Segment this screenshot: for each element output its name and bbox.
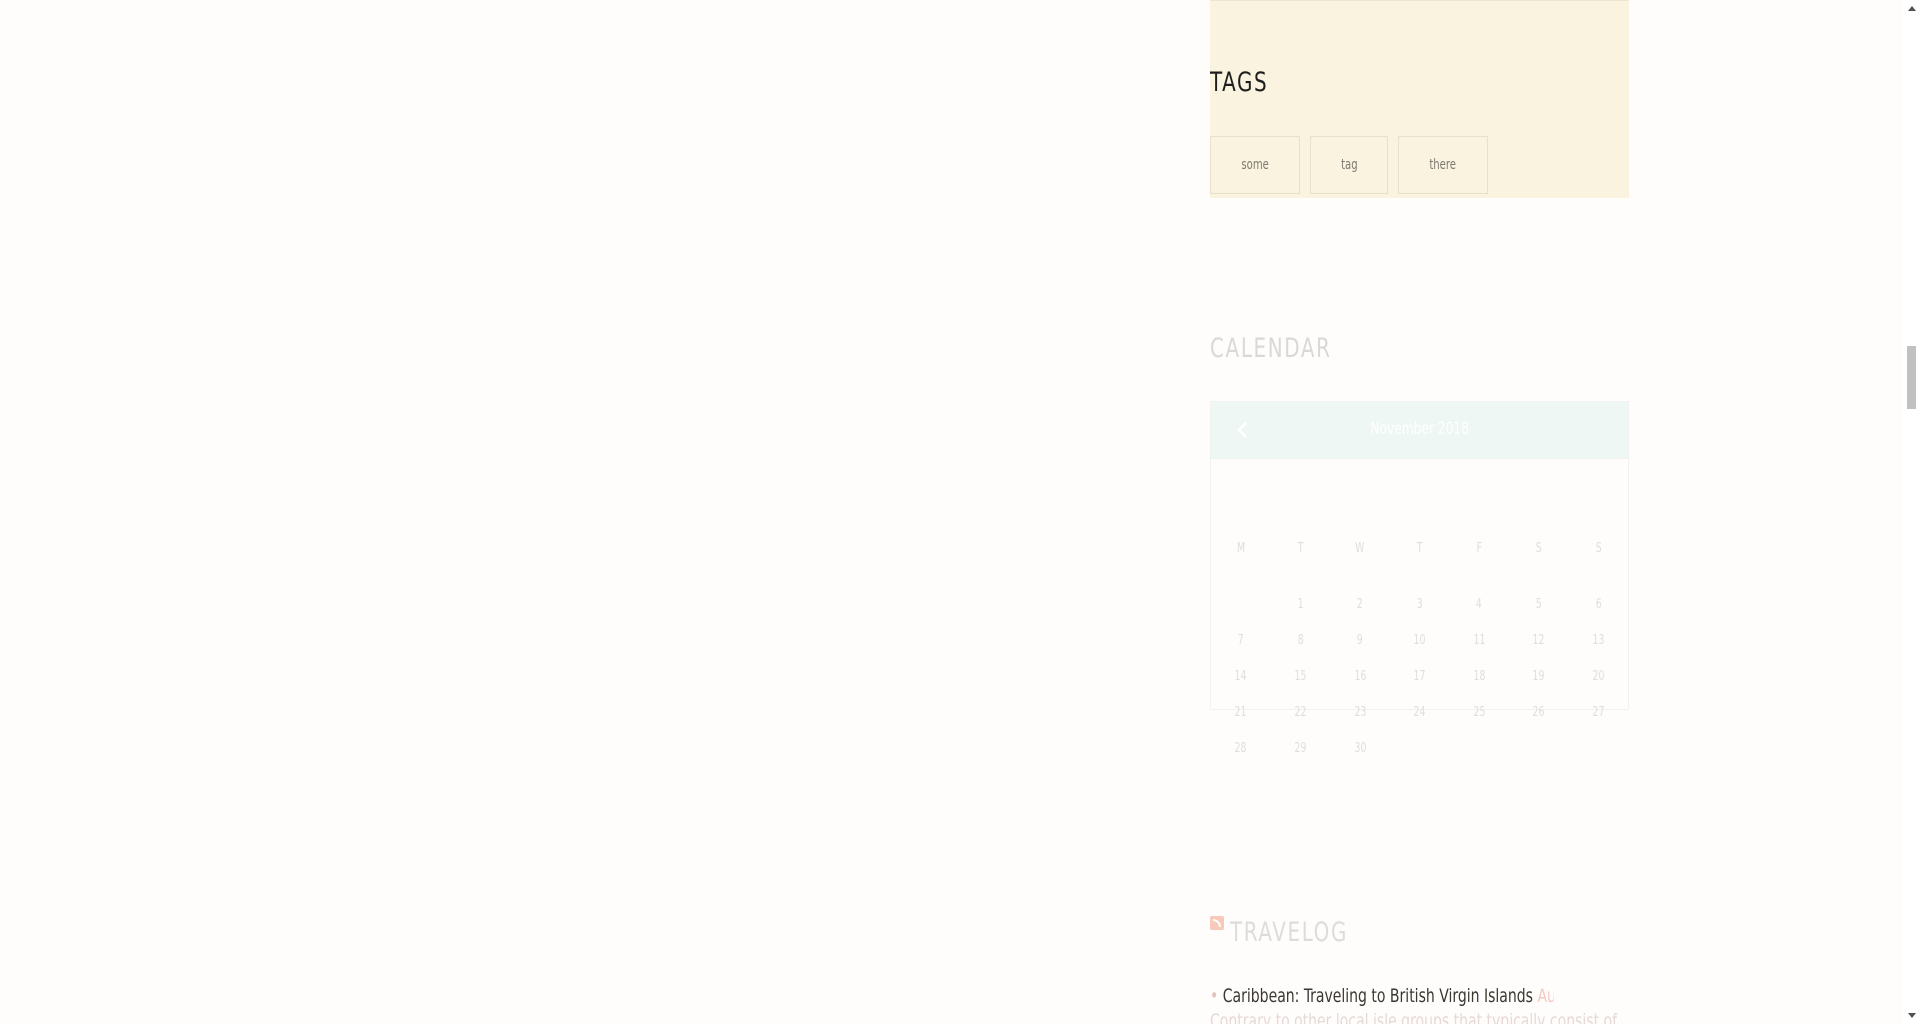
weekday-tue: T bbox=[1297, 541, 1304, 556]
page: TAGS some tag there CALENDAR November 20… bbox=[0, 0, 1903, 1024]
calendar-day: 13 bbox=[1592, 633, 1605, 648]
calendar-day: 27 bbox=[1592, 705, 1605, 720]
calendar-day: 28 bbox=[1234, 741, 1247, 756]
post-bullet: • bbox=[1210, 985, 1219, 1007]
calendar-day: 14 bbox=[1234, 669, 1247, 684]
scroll-down-button[interactable] bbox=[1903, 1007, 1920, 1024]
calendar-day: 18 bbox=[1473, 669, 1486, 684]
travelog-post: • Caribbean: Traveling to British Virgin… bbox=[1210, 985, 1554, 1007]
calendar-day bbox=[1211, 595, 1271, 615]
vertical-scrollbar[interactable] bbox=[1903, 0, 1920, 1024]
tag-tag[interactable]: tag bbox=[1310, 136, 1388, 194]
calendar-week: 14 15 16 17 18 19 20 bbox=[1211, 667, 1628, 687]
tag-some[interactable]: some bbox=[1210, 136, 1300, 194]
weekday-wed: W bbox=[1355, 541, 1365, 556]
weekday-row: M T W T F S S bbox=[1211, 539, 1628, 559]
rss-icon[interactable] bbox=[1210, 916, 1224, 930]
calendar-day: 16 bbox=[1353, 669, 1366, 684]
calendar-day: 10 bbox=[1413, 633, 1426, 648]
calendar-day bbox=[1449, 739, 1509, 759]
scroll-up-button[interactable] bbox=[1903, 0, 1920, 17]
calendar-header: November 2018 bbox=[1210, 401, 1629, 459]
weekday-thu: T bbox=[1416, 541, 1423, 556]
tags-widget: TAGS some tag there bbox=[1210, 0, 1629, 198]
weekday-mon: M bbox=[1236, 541, 1245, 556]
calendar-day: 15 bbox=[1294, 669, 1307, 684]
calendar-day bbox=[1509, 739, 1569, 759]
post-excerpt: Contrary to other local isle groups that… bbox=[1210, 1010, 1618, 1024]
post-title-link[interactable]: Caribbean: Traveling to British Virgin I… bbox=[1223, 985, 1533, 1007]
calendar-grid: M T W T F S S 1 2 3 4 5 6 7 8 9 10 11 12… bbox=[1210, 459, 1629, 756]
weekday-sat: S bbox=[1535, 541, 1542, 556]
tags-widget-title: TAGS bbox=[1210, 67, 1269, 98]
calendar-day: 2 bbox=[1356, 597, 1363, 612]
calendar-week: 28 29 30 bbox=[1211, 739, 1628, 759]
calendar-day: 11 bbox=[1473, 633, 1486, 648]
calendar-day: 12 bbox=[1532, 633, 1545, 648]
calendar-day: 4 bbox=[1476, 597, 1483, 612]
calendar-day: 26 bbox=[1532, 705, 1545, 720]
calendar-day: 19 bbox=[1532, 669, 1545, 684]
calendar-day: 30 bbox=[1353, 741, 1366, 756]
calendar-day: 7 bbox=[1237, 633, 1244, 648]
calendar-day bbox=[1390, 739, 1450, 759]
calendar-day: 5 bbox=[1535, 597, 1542, 612]
tag-label: tag bbox=[1340, 157, 1358, 173]
calendar-day: 29 bbox=[1294, 741, 1307, 756]
weekday-sun: S bbox=[1595, 541, 1602, 556]
calendar-day: 25 bbox=[1473, 705, 1486, 720]
arrow-up-icon bbox=[1907, 6, 1916, 11]
month-label-text: November 2018 bbox=[1370, 419, 1469, 439]
calendar-day: 6 bbox=[1595, 597, 1602, 612]
calendar-day: 21 bbox=[1234, 705, 1247, 720]
calendar-day bbox=[1568, 739, 1628, 759]
weekday-fri: F bbox=[1476, 541, 1482, 556]
travelog-widget-title[interactable]: TRAVELOG bbox=[1230, 917, 1348, 948]
scroll-thumb[interactable] bbox=[1907, 346, 1916, 409]
calendar-week: 1 2 3 4 5 6 bbox=[1211, 595, 1628, 615]
calendar-day: 8 bbox=[1297, 633, 1304, 648]
calendar-week: 21 22 23 24 25 26 27 bbox=[1211, 703, 1628, 723]
calendar-month-label: November 2018 bbox=[1211, 419, 1628, 439]
calendar-day: 3 bbox=[1416, 597, 1423, 612]
calendar-day: 20 bbox=[1592, 669, 1605, 684]
calendar-day: 17 bbox=[1413, 669, 1426, 684]
tag-label: there bbox=[1429, 157, 1457, 173]
post-date: August 8, 2018 bbox=[1537, 985, 1553, 1007]
calendar-widget-title: CALENDAR bbox=[1210, 333, 1332, 364]
calendar-day: 9 bbox=[1356, 633, 1363, 648]
tag-there[interactable]: there bbox=[1398, 136, 1488, 194]
calendar-week: 7 8 9 10 11 12 13 bbox=[1211, 631, 1628, 651]
calendar-day: 23 bbox=[1353, 705, 1366, 720]
calendar-day: 1 bbox=[1297, 597, 1304, 612]
calendar: November 2018 M T W T F S S 1 2 3 4 5 6 … bbox=[1210, 401, 1629, 756]
tag-label: some bbox=[1241, 157, 1269, 173]
calendar-day: 22 bbox=[1294, 705, 1307, 720]
arrow-down-icon bbox=[1907, 1013, 1916, 1018]
tag-list: some tag there bbox=[1210, 136, 1488, 194]
calendar-day: 24 bbox=[1413, 705, 1426, 720]
